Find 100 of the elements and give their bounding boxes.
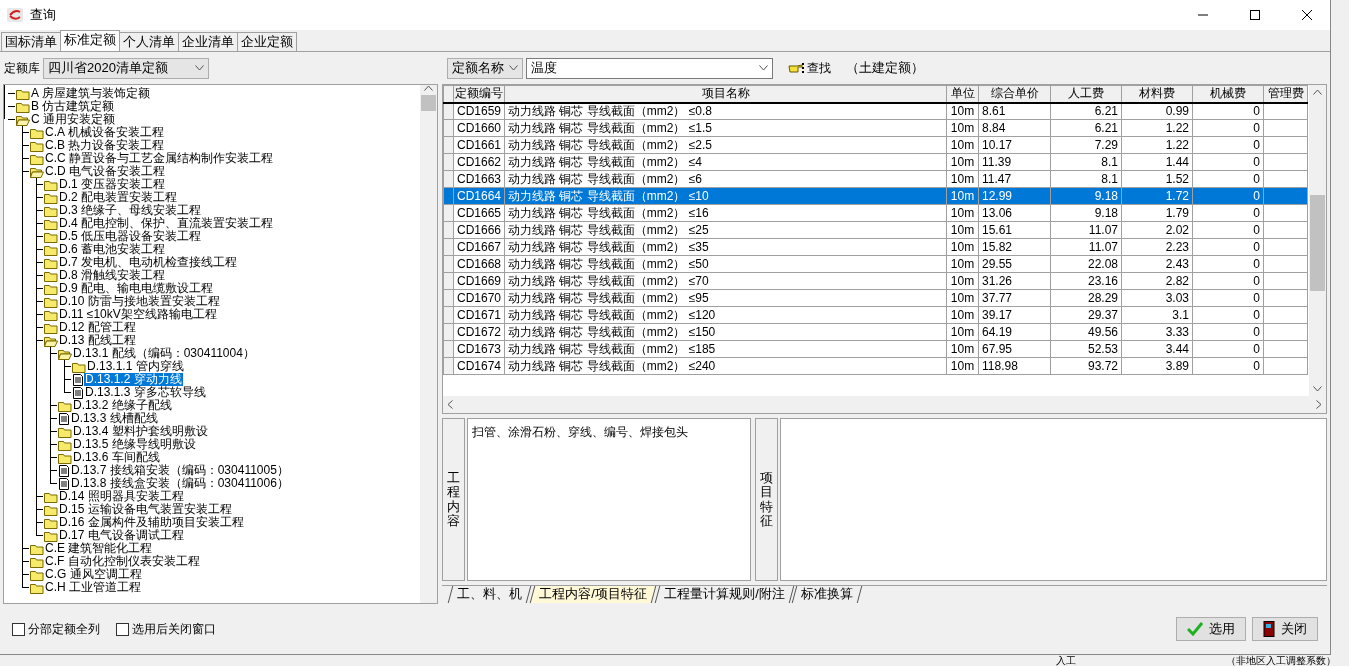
table-row[interactable]: CD1659 动力线路 铜芯 导线截面（mm2） ≤0.8 10m 8.61 6.21 0.99 0 [443, 102, 1308, 120]
tab[interactable]: 工、料、机 [447, 586, 532, 603]
checkbox[interactable] [12, 622, 25, 636]
tree-item[interactable]: D.13.1 配线（编码：030411004） [72, 347, 256, 360]
table-row[interactable]: CD1672 动力线路 铜芯 导线截面（mm2） ≤150 10m 64.19 49.56 3.33 0 [443, 323, 1308, 341]
tree-item[interactable]: D.2 配电装置安装工程 [58, 191, 178, 204]
close-icon[interactable] [1302, 10, 1312, 20]
vertical-scrollbar[interactable] [420, 85, 437, 603]
table-cell: 1.22 [1121, 119, 1193, 137]
tab[interactable]: 企业定额 [237, 32, 297, 51]
tree-item[interactable]: D.8 滑触线安装工程 [58, 269, 166, 282]
table-row[interactable]: CD1660 动力线路 铜芯 导线截面（mm2） ≤1.5 10m 8.84 6.21 1.22 0 [443, 119, 1308, 137]
table-cell: 2.23 [1121, 238, 1193, 256]
tree-item[interactable]: C.C 静置设备与工艺金属结构制作安装工程 [44, 152, 274, 165]
tree-item[interactable]: D.17 电气设备调试工程 [58, 529, 185, 542]
scroll-thumb[interactable] [1310, 195, 1325, 291]
tree-item[interactable]: C.D 电气设备安装工程 [44, 165, 166, 178]
table-row[interactable]: CD1674 动力线路 铜芯 导线截面（mm2） ≤240 10m 118.98 93.72 3.89 0 [443, 357, 1308, 375]
library-dropdown[interactable]: 四川省2020清单定额 [43, 57, 209, 79]
tab[interactable]: 个人清单 [119, 32, 179, 51]
column-header[interactable]: 机械费 [1192, 85, 1264, 103]
column-header[interactable]: 材料费 [1121, 85, 1193, 103]
tree-item[interactable]: D.5 低压电器设备安装工程 [58, 230, 202, 243]
tree-item[interactable]: D.13.7 接线箱安装（编码：030411005） [70, 464, 290, 477]
tree-item[interactable]: D.7 发电机、电动机检查接线工程 [58, 256, 238, 269]
tab[interactable]: 企业清单 [178, 32, 238, 51]
tree-item[interactable]: D.9 配电、输电电缆敷设工程 [58, 282, 214, 295]
checkbox[interactable] [116, 622, 129, 636]
table-row[interactable]: CD1673 动力线路 铜芯 导线截面（mm2） ≤185 10m 67.95 52.53 3.44 0 [443, 340, 1308, 358]
column-header[interactable]: 定额编号 [453, 85, 505, 103]
tree-item[interactable]: C.A 机械设备安装工程 [44, 126, 165, 139]
tree-item[interactable]: D.1 变压器安装工程 [58, 178, 166, 191]
tab[interactable]: 工程量计算规则/附注 [654, 586, 794, 603]
table-row[interactable]: CD1662 动力线路 铜芯 导线截面（mm2） ≤4 10m 11.39 8.1 1.44 0 [443, 153, 1308, 171]
tree-item[interactable]: D.16 金属构件及辅助项目安装工程 [58, 516, 245, 529]
tree-item[interactable]: D.13.1.3 穿多芯软导线 [84, 386, 207, 399]
tree-item[interactable]: A 房屋建筑与装饰定额 [30, 87, 151, 100]
tab[interactable]: 标准定额 [60, 30, 120, 51]
tree-item[interactable]: D.12 配管工程 [58, 321, 137, 334]
table-cell: 0 [1192, 204, 1264, 222]
table-row[interactable]: CD1667 动力线路 铜芯 导线截面（mm2） ≤35 10m 15.82 11.07 2.23 0 [443, 238, 1308, 256]
tree-item[interactable]: C.H 工业管道工程 [44, 581, 142, 594]
table-cell: CD1674 [453, 357, 505, 375]
tree-item[interactable]: D.13 配线工程 [58, 334, 137, 347]
table-row[interactable]: CD1669 动力线路 铜芯 导线截面（mm2） ≤70 10m 31.26 23.16 2.82 0 [443, 272, 1308, 290]
tab[interactable]: 标准换算 [791, 586, 863, 603]
tree-item[interactable]: D.11 ≤10kV架空线路输电工程 [58, 308, 218, 321]
table-cell: 动力线路 铜芯 导线截面（mm2） ≤16 [504, 204, 947, 222]
tree-item[interactable]: C.G 通风空调工程 [44, 568, 143, 581]
tree-item[interactable]: D.6 蓄电池安装工程 [58, 243, 166, 256]
tree-item[interactable]: D.13.8 接线盒安装（编码：030411006） [70, 477, 290, 490]
tree-item[interactable]: D.13.6 车间配线 [72, 451, 161, 464]
column-header[interactable]: 综合单价 [978, 85, 1051, 103]
table-cell: 15.82 [978, 238, 1051, 256]
column-header[interactable]: 项目名称 [504, 85, 947, 103]
tree-item[interactable]: D.13.1.2 穿动力线 [84, 373, 183, 386]
tree-item[interactable]: C.E 建筑智能化工程 [44, 542, 154, 555]
table-cell: 8.61 [978, 102, 1051, 120]
tab[interactable]: 工程内容/项目特征 [529, 586, 656, 603]
table-cell: 0 [1192, 153, 1264, 171]
maximize-icon[interactable] [1250, 10, 1260, 20]
tree-item[interactable]: D.14 照明器具安装工程 [58, 490, 185, 503]
tree-item[interactable]: D.4 配电控制、保护、直流装置安装工程 [58, 217, 274, 230]
close-button[interactable]: 关闭 [1252, 617, 1318, 641]
column-header[interactable]: 人工费 [1050, 85, 1122, 103]
tree-item[interactable]: D.13.1.1 管内穿线 [86, 360, 185, 373]
tree-item[interactable]: C 通用安装定额 [30, 113, 116, 126]
tree-item[interactable]: C.B 热力设备安装工程 [44, 139, 166, 152]
tree-item[interactable]: D.13.2 绝缘子配线 [72, 399, 173, 412]
table-row[interactable]: CD1665 动力线路 铜芯 导线截面（mm2） ≤16 10m 13.06 9.18 1.79 0 [443, 204, 1308, 222]
table-cell: 15.61 [978, 221, 1051, 239]
table-cell: 3.44 [1121, 340, 1193, 358]
scroll-thumb[interactable] [421, 95, 436, 111]
column-header[interactable]: 管理费 [1263, 85, 1308, 103]
table-row[interactable]: CD1666 动力线路 铜芯 导线截面（mm2） ≤25 10m 15.61 11.07 2.02 0 [443, 221, 1308, 239]
tree-item[interactable]: D.13.3 线槽配线 [70, 412, 159, 425]
tree-item[interactable]: C.F 自动化控制仪表安装工程 [44, 555, 201, 568]
table-row[interactable]: CD1664 动力线路 铜芯 导线截面（mm2） ≤10 10m 12.99 9.18 1.72 0 [443, 187, 1308, 205]
tree-item[interactable]: D.15 运输设备电气装置安装工程 [58, 503, 233, 516]
tree-item[interactable]: D.3 绝缘子、母线安装工程 [58, 204, 202, 217]
table-row[interactable]: CD1670 动力线路 铜芯 导线截面（mm2） ≤95 10m 37.77 28.29 3.03 0 [443, 289, 1308, 307]
table-cell: CD1660 [453, 119, 505, 137]
tab[interactable]: 国标清单 [1, 32, 61, 51]
tree-item[interactable]: D.13.5 绝缘导线明敷设 [72, 438, 197, 451]
table-cell: 0 [1192, 306, 1264, 324]
tree-item[interactable]: B 仿古建筑定额 [30, 100, 116, 113]
search-combo[interactable]: 温度 [526, 57, 773, 79]
column-header[interactable]: 单位 [946, 85, 979, 103]
select-button[interactable]: 选用 [1176, 617, 1246, 641]
tree-item[interactable]: D.10 防雷与接地装置安装工程 [58, 295, 221, 308]
table-cell: 93.72 [1050, 357, 1122, 375]
field-dropdown[interactable]: 定额名称 [447, 57, 523, 79]
table-cell: 动力线路 铜芯 导线截面（mm2） ≤1.5 [504, 119, 947, 137]
tree-item[interactable]: D.13.4 塑料护套线明敷设 [72, 425, 209, 438]
table-row[interactable]: CD1661 动力线路 铜芯 导线截面（mm2） ≤2.5 10m 10.17 7.29 1.22 0 [443, 136, 1308, 154]
table-row[interactable]: CD1663 动力线路 铜芯 导线截面（mm2） ≤6 10m 11.47 8.1 1.52 0 [443, 170, 1308, 188]
table-cell: 37.77 [978, 289, 1051, 307]
find-button[interactable]: 查找 [788, 59, 831, 77]
table-row[interactable]: CD1671 动力线路 铜芯 导线截面（mm2） ≤120 10m 39.17 29.37 3.1 0 [443, 306, 1308, 324]
table-row[interactable]: CD1668 动力线路 铜芯 导线截面（mm2） ≤50 10m 29.55 22.08 2.43 0 [443, 255, 1308, 273]
